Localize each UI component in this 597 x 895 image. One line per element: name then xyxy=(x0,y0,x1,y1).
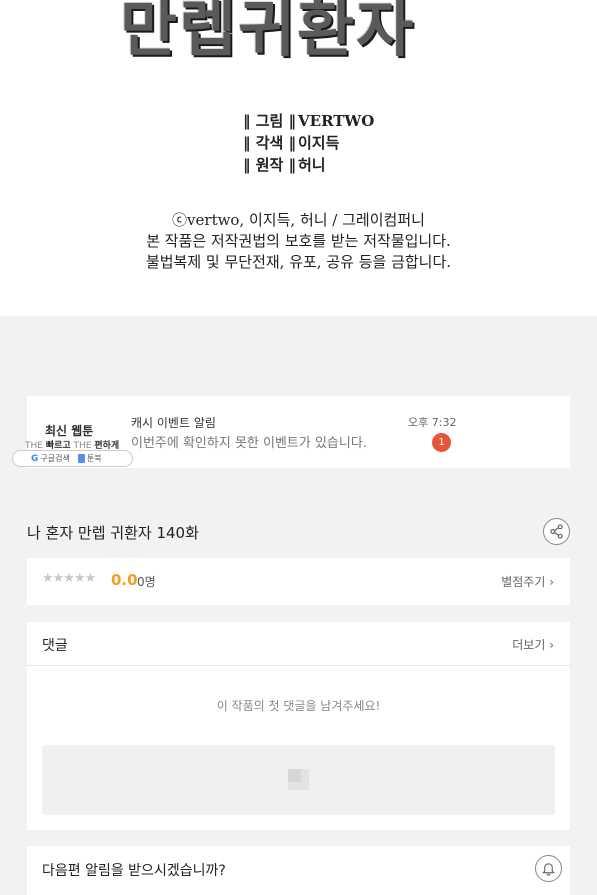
comment-input[interactable] xyxy=(42,745,555,815)
ad-search-pill[interactable]: G 구글검색 툰북 xyxy=(12,450,133,467)
more-comments-button[interactable]: 더보기 › xyxy=(512,636,554,653)
search-label: 구글검색 xyxy=(40,454,70,463)
credit-name: 이지득 xyxy=(298,134,340,152)
event-notification-ad[interactable]: 최신 웹툰 THE 빠르고 THE 편하게 G 구글검색 툰북 캐시 이벤트 알… xyxy=(12,396,570,468)
notify-prompt: 다음편 알림을 받으시겠습니까? xyxy=(42,863,226,879)
rating-voters: 0명 xyxy=(137,575,156,589)
copyright-line: 불법복제 및 무단전재, 유포, 공유 등을 금합니다. xyxy=(145,253,452,271)
credit-name: VERTWO xyxy=(298,112,375,130)
ad-brand: 최신 웹툰 xyxy=(45,424,94,438)
rating-card: ★★★★★ 0.0 0명 별점주기 › xyxy=(27,558,570,605)
empty-comments-text: 이 작품의 첫 댓글을 남겨주세요! xyxy=(216,699,381,713)
star-rating-icon[interactable]: ★★★★★ xyxy=(42,571,96,586)
comments-header: 댓글 더보기 › xyxy=(27,622,570,666)
series-logo: 만렙귀환자 xyxy=(120,0,416,65)
copyright-line: ⓒvertwo, 이지득, 허니 / 그레이컴퍼니 xyxy=(172,211,425,229)
image-placeholder-icon xyxy=(288,769,309,790)
credit-role: ‖ 그림 ‖ xyxy=(243,112,297,130)
episode-title: 나 혼자 만렙 귀환자 140화 xyxy=(27,524,199,542)
credit-role: ‖ 원작 ‖ xyxy=(243,156,297,174)
comments-card: 댓글 더보기 › 이 작품의 첫 댓글을 남겨주세요! xyxy=(27,622,570,830)
book-icon xyxy=(77,454,85,463)
next-episode-notify-card: 다음편 알림을 받으시겠습니까? xyxy=(27,846,570,895)
google-icon: G xyxy=(31,453,39,464)
notification-badge: 1 xyxy=(432,433,451,452)
credits-list: ‖ 그림 ‖ VERTWO ‖ 각색 ‖ 이지득 ‖ 원작 ‖ 허니 xyxy=(243,110,374,176)
credit-row: ‖ 그림 ‖ VERTWO xyxy=(243,110,374,132)
app-label: 툰북 xyxy=(86,454,102,463)
ad-time: 오후 7:32 xyxy=(408,416,457,429)
credit-row: ‖ 각색 ‖ 이지득 xyxy=(243,132,374,154)
copyright-line: 본 작품은 저작권법의 보호를 받는 저작물입니다. xyxy=(146,232,451,250)
notify-bell-button[interactable] xyxy=(535,855,562,882)
rating-score: 0.0 xyxy=(111,571,138,589)
share-button[interactable] xyxy=(543,518,570,545)
bell-icon xyxy=(541,863,556,876)
copyright-notice: ⓒvertwo, 이지득, 허니 / 그레이컴퍼니 본 작품은 저작권법의 보호… xyxy=(0,210,597,273)
credit-name: 허니 xyxy=(298,156,326,174)
ad-title: 캐시 이벤트 알림 xyxy=(131,416,216,430)
rate-button[interactable]: 별점주기 › xyxy=(501,573,554,590)
credit-row: ‖ 원작 ‖ 허니 xyxy=(243,154,374,176)
credit-role: ‖ 각색 ‖ xyxy=(243,134,297,152)
share-icon xyxy=(550,524,563,539)
ad-message: 이번주에 확인하지 못한 이벤트가 있습니다. xyxy=(131,436,367,451)
comic-credits-panel: 만렙귀환자 ‖ 그림 ‖ VERTWO ‖ 각색 ‖ 이지득 ‖ 원작 ‖ 허니… xyxy=(0,0,597,316)
comments-label: 댓글 xyxy=(42,638,68,654)
